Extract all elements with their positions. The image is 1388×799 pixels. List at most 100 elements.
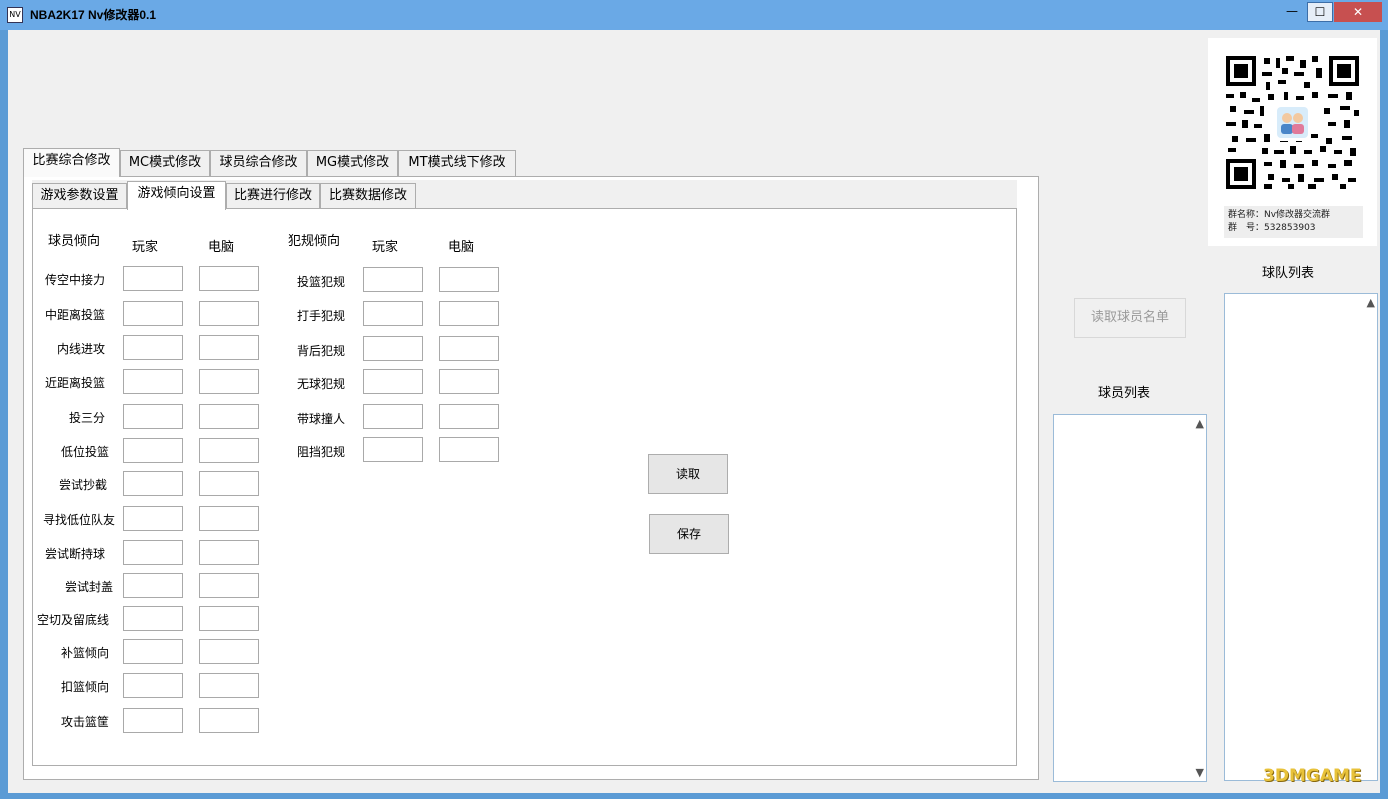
foul-cpu-input[interactable] xyxy=(439,336,499,361)
tendency-row-label: 空切及留底线 xyxy=(36,613,109,627)
tendency-row-label: 中距离投篮 xyxy=(44,308,105,322)
tendency-cpu-input[interactable] xyxy=(199,438,259,463)
tendency-row-label: 寻找低位队友 xyxy=(42,513,115,527)
tendency-player-input[interactable] xyxy=(123,335,183,360)
tendency-player-input[interactable] xyxy=(123,540,183,565)
group-name: 群名称：Nv修改器交流群 xyxy=(1228,210,1331,220)
tendency-cpu-input[interactable] xyxy=(199,540,259,565)
tendency-cpu-input[interactable] xyxy=(199,301,259,326)
tendency-player-input[interactable] xyxy=(123,708,183,733)
main-window: 群名称：Nv修改器交流群 群 号：532853903 球队列表 ▲ 读取球员名单… xyxy=(8,30,1380,793)
foul-cpu-input[interactable] xyxy=(439,301,499,326)
player-list-title: 球员列表 xyxy=(1098,386,1151,401)
foul-player-input[interactable] xyxy=(363,267,423,292)
minimize-button[interactable]: — xyxy=(1279,2,1305,22)
tendency-cpu-input[interactable] xyxy=(199,471,259,496)
tendency-cpu-input[interactable] xyxy=(199,639,259,664)
tendency-player-input[interactable] xyxy=(123,639,183,664)
tab-player-overall[interactable]: 球员综合修改 xyxy=(210,150,307,176)
tendency-cpu-input[interactable] xyxy=(199,335,259,360)
tab-match-progress[interactable]: 比赛进行修改 xyxy=(226,183,320,209)
tendency-player-input[interactable] xyxy=(123,301,183,326)
foul-player-input[interactable] xyxy=(363,301,423,326)
tendency-row-label: 低位投篮 xyxy=(60,445,109,459)
tendency-cpu-input[interactable] xyxy=(199,573,259,598)
tab-mg-mode[interactable]: MG模式修改 xyxy=(307,150,398,176)
tendency-player-input[interactable] xyxy=(123,266,183,291)
tendency-panel: 球员倾向 玩家 电脑 传空中接力中距离投篮内线进攻近距离投篮投三分低位投篮尝试抄… xyxy=(32,208,1017,766)
foul-cpu-input[interactable] xyxy=(439,267,499,292)
tab-match-overall[interactable]: 比赛综合修改 xyxy=(23,148,120,177)
tendency-cpu-input[interactable] xyxy=(199,673,259,698)
tendency-player-input[interactable] xyxy=(123,573,183,598)
outer-tab-panel: 游戏参数设置 游戏倾向设置 比赛进行修改 比赛数据修改 球员倾向 玩家 电脑 传… xyxy=(23,176,1039,780)
tendency-row-label: 攻击篮筐 xyxy=(60,715,109,729)
tendency-row-label: 投三分 xyxy=(68,411,105,425)
tendency-player-col: 玩家 xyxy=(132,240,159,255)
tendency-cpu-input[interactable] xyxy=(199,369,259,394)
tendency-player-input[interactable] xyxy=(123,438,183,463)
foul-row-label: 带球撞人 xyxy=(296,412,345,426)
foul-cpu-input[interactable] xyxy=(439,437,499,462)
tab-game-tendency[interactable]: 游戏倾向设置 xyxy=(127,181,226,210)
foul-row-label: 阻挡犯规 xyxy=(296,445,345,459)
team-list-title: 球队列表 xyxy=(1262,266,1315,281)
team-list[interactable]: ▲ xyxy=(1224,293,1378,781)
player-list[interactable]: ▲ ▼ xyxy=(1053,414,1207,782)
app-icon: NV xyxy=(7,7,23,23)
foul-row-label: 打手犯规 xyxy=(296,309,345,323)
foul-player-input[interactable] xyxy=(363,336,423,361)
tab-mc-mode[interactable]: MC模式修改 xyxy=(120,150,210,176)
scroll-up-icon[interactable]: ▲ xyxy=(1196,417,1204,430)
foul-player-input[interactable] xyxy=(363,404,423,429)
tendency-player-input[interactable] xyxy=(123,673,183,698)
maximize-button[interactable]: ☐ xyxy=(1307,2,1333,22)
foul-row-label: 投篮犯规 xyxy=(296,275,345,289)
tendency-row-label: 扣篮倾向 xyxy=(60,680,109,694)
tendency-row-label: 尝试抄截 xyxy=(58,478,107,492)
tendency-row-label: 尝试封盖 xyxy=(64,580,113,594)
save-button[interactable]: 保存 xyxy=(649,514,729,554)
tendency-player-input[interactable] xyxy=(123,606,183,631)
player-tendency-header: 球员倾向 xyxy=(48,234,101,249)
scroll-up-icon[interactable]: ▲ xyxy=(1367,296,1375,309)
tendency-player-input[interactable] xyxy=(123,471,183,496)
foul-player-input[interactable] xyxy=(363,369,423,394)
close-button[interactable]: ✕ xyxy=(1334,2,1382,22)
tendency-player-input[interactable] xyxy=(123,506,183,531)
foul-row-label: 无球犯规 xyxy=(296,377,345,391)
tendency-cpu-input[interactable] xyxy=(199,606,259,631)
tendency-cpu-col: 电脑 xyxy=(208,240,235,255)
tendency-cpu-input[interactable] xyxy=(199,266,259,291)
group-number: 群 号：532853903 xyxy=(1228,223,1316,233)
foul-cpu-input[interactable] xyxy=(439,369,499,394)
tendency-cpu-input[interactable] xyxy=(199,708,259,733)
tendency-cpu-input[interactable] xyxy=(199,404,259,429)
window-title: NBA2K17 Nv修改器0.1 xyxy=(30,8,157,22)
tendency-row-label: 内线进攻 xyxy=(56,342,105,356)
foul-cpu-input[interactable] xyxy=(439,404,499,429)
foul-cpu-col: 电脑 xyxy=(448,240,475,255)
foul-row-label: 背后犯规 xyxy=(296,344,345,358)
tendency-player-input[interactable] xyxy=(123,404,183,429)
read-button[interactable]: 读取 xyxy=(648,454,728,494)
read-players-button[interactable]: 读取球员名单 xyxy=(1074,298,1186,338)
tendency-cpu-input[interactable] xyxy=(199,506,259,531)
title-bar: NV NBA2K17 Nv修改器0.1 — ☐ ✕ xyxy=(0,0,1388,30)
tendency-row-label: 传空中接力 xyxy=(44,273,105,287)
foul-tendency-header: 犯规倾向 xyxy=(288,234,341,249)
foul-player-col: 玩家 xyxy=(372,240,399,255)
tab-mt-mode-offline[interactable]: MT模式线下修改 xyxy=(398,150,516,176)
tab-match-data[interactable]: 比赛数据修改 xyxy=(320,183,416,209)
tab-game-params[interactable]: 游戏参数设置 xyxy=(32,183,127,209)
foul-player-input[interactable] xyxy=(363,437,423,462)
scroll-down-icon[interactable]: ▼ xyxy=(1196,766,1204,779)
inner-tab-strip: 游戏参数设置 游戏倾向设置 比赛进行修改 比赛数据修改 xyxy=(32,180,1017,210)
watermark-logo: 3DMGAME xyxy=(1263,766,1362,786)
tendency-row-label: 尝试断持球 xyxy=(44,547,105,561)
tendency-player-input[interactable] xyxy=(123,369,183,394)
qr-code-icon xyxy=(1224,54,1361,191)
qr-panel: 群名称：Nv修改器交流群 群 号：532853903 xyxy=(1208,38,1377,246)
tendency-row-label: 近距离投篮 xyxy=(44,376,105,390)
qr-caption: 群名称：Nv修改器交流群 群 号：532853903 xyxy=(1224,206,1363,238)
